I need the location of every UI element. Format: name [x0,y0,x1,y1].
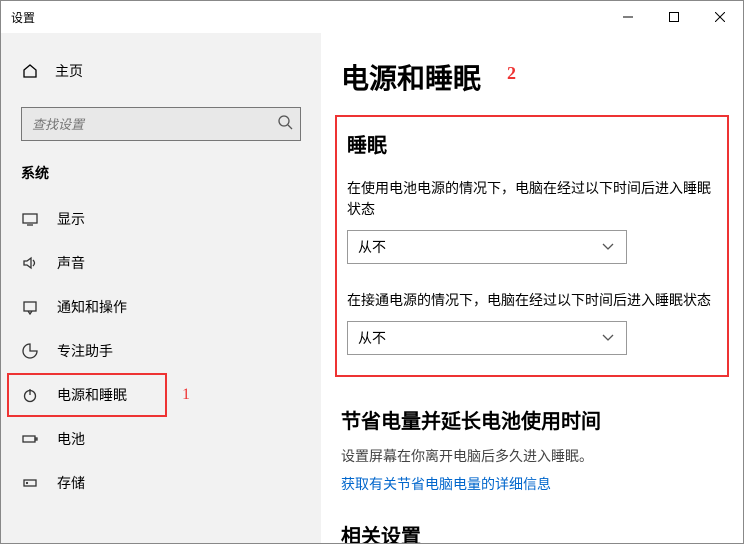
select-value: 从不 [358,328,386,348]
titlebar: 设置 [1,1,743,33]
sidebar-item-battery[interactable]: 电池 [1,417,321,461]
minimize-button[interactable] [605,1,651,33]
annotation-2: 2 [507,63,516,84]
sleep-heading: 睡眠 [347,129,717,158]
storage-icon [21,475,39,491]
annotation-1: 1 [182,386,190,404]
sidebar-item-focus-assist[interactable]: 专注助手 [1,329,321,373]
search-input[interactable] [21,107,301,141]
sidebar-home[interactable]: 主页 [1,53,321,89]
main-content: 电源和睡眠 2 睡眠 在使用电池电源的情况下，电脑在经过以下时间后进入睡眠状态 … [321,33,743,543]
chevron-down-icon [600,329,616,348]
sound-icon [21,255,39,271]
sidebar-item-power-sleep[interactable]: 电源和睡眠 1 [7,373,167,417]
sleep-plugged-label: 在接通电源的情况下，电脑在经过以下时间后进入睡眠状态 [347,290,717,311]
sidebar-item-label: 电池 [57,429,85,449]
focus-assist-icon [21,343,39,359]
search-icon [277,114,293,135]
window-title: 设置 [11,9,35,26]
sidebar-nav: 显示 声音 通知和操作 专注助手 电源和睡眠 1 电池 [1,197,321,505]
power-save-link[interactable]: 获取有关节省电脑电量的详细信息 [341,476,551,492]
close-button[interactable] [697,1,743,33]
page-title: 电源和睡眠 2 [321,57,743,97]
sidebar-item-notifications[interactable]: 通知和操作 [1,285,321,329]
sidebar-item-label: 存储 [57,473,85,493]
select-value: 从不 [358,237,386,257]
sidebar-section-title: 系统 [1,163,321,197]
power-save-section: 节省电量并延长电池使用时间 设置屏幕在你离开电脑后多久进入睡眠。 获取有关节省电… [321,405,743,494]
home-label: 主页 [55,61,83,81]
chevron-down-icon [600,238,616,257]
power-icon [21,387,39,403]
sleep-battery-label: 在使用电池电源的情况下，电脑在经过以下时间后进入睡眠状态 [347,178,717,220]
sidebar-item-label: 显示 [57,209,85,229]
power-save-heading: 节省电量并延长电池使用时间 [341,405,723,434]
sleep-plugged-select[interactable]: 从不 [347,321,627,355]
related-settings-section: 相关设置 [321,520,743,543]
related-heading: 相关设置 [341,520,723,543]
home-icon [21,63,39,79]
power-save-desc: 设置屏幕在你离开电脑后多久进入睡眠。 [341,446,723,466]
sidebar-item-display[interactable]: 显示 [1,197,321,241]
window-controls [605,1,743,33]
display-icon [21,211,39,227]
sleep-settings-group: 睡眠 在使用电池电源的情况下，电脑在经过以下时间后进入睡眠状态 从不 在接通电源… [335,115,729,377]
sidebar-item-label: 声音 [57,253,85,273]
battery-icon [21,431,39,447]
sidebar-item-label: 专注助手 [57,341,113,361]
sidebar-item-sound[interactable]: 声音 [1,241,321,285]
sidebar-item-label: 通知和操作 [57,297,127,317]
sleep-battery-select[interactable]: 从不 [347,230,627,264]
sidebar-item-storage[interactable]: 存储 [1,461,321,505]
maximize-button[interactable] [651,1,697,33]
sidebar: 主页 系统 显示 声音 通知和操作 专注助手 [1,33,321,543]
search-wrap [21,107,301,141]
notifications-icon [21,299,39,315]
sidebar-item-label: 电源和睡眠 [57,385,127,405]
